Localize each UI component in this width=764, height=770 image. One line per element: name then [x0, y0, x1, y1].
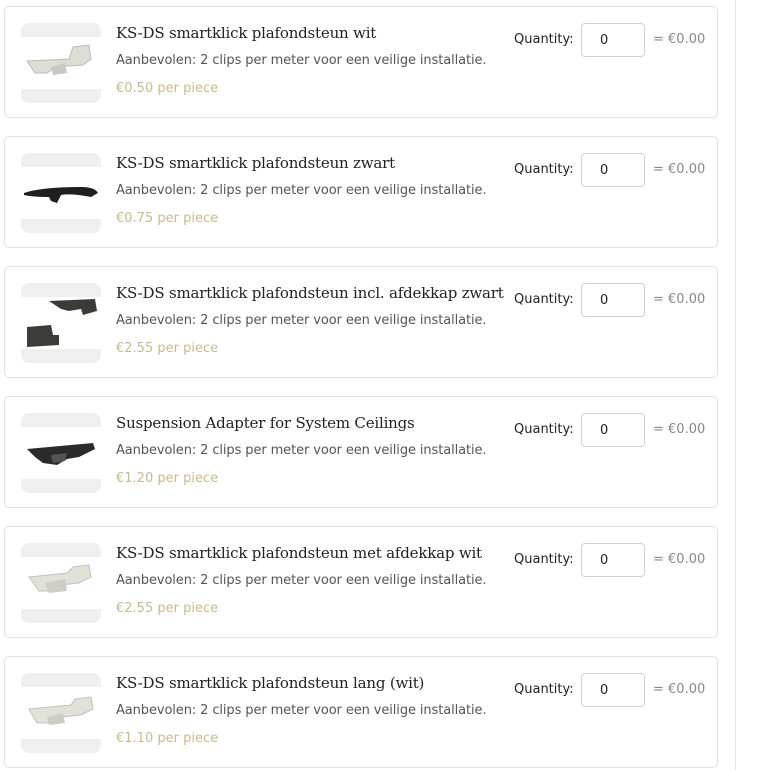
- product-card: Suspension Adapter for System Ceilings A…: [4, 396, 718, 508]
- product-card: KS-DS smartklick plafondsteun wit Aanbev…: [4, 6, 718, 118]
- product-description: Aanbevolen: 2 clips per meter voor een v…: [116, 313, 487, 328]
- product-image[interactable]: [21, 283, 101, 363]
- quantity-label: Quantity:: [514, 32, 574, 47]
- quantity-label: Quantity:: [514, 552, 574, 567]
- quantity-label: Quantity:: [514, 162, 574, 177]
- product-image[interactable]: [21, 543, 101, 623]
- product-price: €0.75 per piece: [116, 211, 219, 226]
- line-total: = €0.00: [653, 422, 706, 437]
- quantity-input[interactable]: [581, 153, 645, 187]
- quantity-input[interactable]: [581, 23, 645, 57]
- product-title[interactable]: KS-DS smartklick plafondsteun met afdekk…: [116, 544, 482, 562]
- product-image[interactable]: [21, 673, 101, 753]
- line-total: = €0.00: [653, 682, 706, 697]
- product-price: €2.55 per piece: [116, 601, 219, 616]
- long-white-clip-icon: [28, 696, 94, 725]
- line-total: = €0.00: [653, 32, 706, 47]
- product-description: Aanbevolen: 2 clips per meter voor een v…: [116, 53, 487, 68]
- black-clip-with-cover-icon: [27, 299, 97, 347]
- product-image[interactable]: [21, 23, 101, 103]
- quantity-input[interactable]: [581, 283, 645, 317]
- product-title[interactable]: KS-DS smartklick plafondsteun zwart: [116, 154, 395, 172]
- product-card: KS-DS smartklick plafondsteun met afdekk…: [4, 526, 718, 638]
- white-clip-with-cover-icon: [28, 564, 92, 593]
- quantity-input[interactable]: [581, 413, 645, 447]
- quantity-input[interactable]: [581, 543, 645, 577]
- product-description: Aanbevolen: 2 clips per meter voor een v…: [116, 573, 487, 588]
- line-total: = €0.00: [653, 552, 706, 567]
- product-card: KS-DS smartklick plafondsteun zwart Aanb…: [4, 136, 718, 248]
- product-title[interactable]: Suspension Adapter for System Ceilings: [116, 414, 415, 432]
- product-title[interactable]: KS-DS smartklick plafondsteun lang (wit): [116, 674, 424, 692]
- black-ceiling-clip-icon: [24, 187, 98, 203]
- suspension-adapter-icon: [27, 443, 95, 465]
- product-description: Aanbevolen: 2 clips per meter voor een v…: [116, 703, 487, 718]
- product-description: Aanbevolen: 2 clips per meter voor een v…: [116, 183, 487, 198]
- product-price: €1.20 per piece: [116, 471, 219, 486]
- product-title[interactable]: KS-DS smartklick plafondsteun wit: [116, 24, 376, 42]
- quantity-label: Quantity:: [514, 292, 574, 307]
- product-price: €1.10 per piece: [116, 731, 219, 746]
- line-total: = €0.00: [653, 292, 706, 307]
- product-description: Aanbevolen: 2 clips per meter voor een v…: [116, 443, 487, 458]
- product-image[interactable]: [21, 153, 101, 233]
- product-title[interactable]: KS-DS smartklick plafondsteun incl. afde…: [116, 284, 504, 302]
- product-image[interactable]: [21, 413, 101, 493]
- product-card: KS-DS smartklick plafondsteun lang (wit)…: [4, 656, 718, 768]
- quantity-label: Quantity:: [514, 682, 574, 697]
- line-total: = €0.00: [653, 162, 706, 177]
- product-price: €0.50 per piece: [116, 81, 219, 96]
- quantity-input[interactable]: [581, 673, 645, 707]
- scrollbar-track[interactable]: [735, 0, 736, 770]
- product-card: KS-DS smartklick plafondsteun incl. afde…: [4, 266, 718, 378]
- white-ceiling-clip-icon: [26, 44, 92, 75]
- quantity-label: Quantity:: [514, 422, 574, 437]
- product-price: €2.55 per piece: [116, 341, 219, 356]
